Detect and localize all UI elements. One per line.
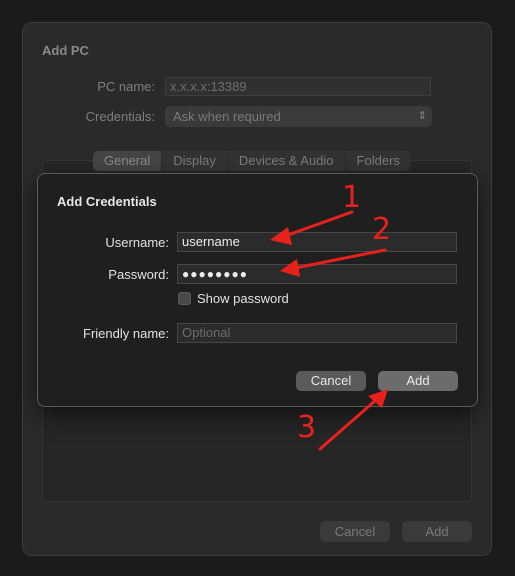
annotation-arrows [270,210,388,451]
step-number-1: 1 [342,180,362,215]
arrow-2 [293,248,387,270]
step-number-3: 3 [297,410,317,445]
step-number-2: 2 [372,212,392,247]
arrow-1 [283,210,354,238]
arrow-1-head [270,227,292,245]
arrow-3 [318,398,378,451]
arrow-2-head [280,259,300,277]
